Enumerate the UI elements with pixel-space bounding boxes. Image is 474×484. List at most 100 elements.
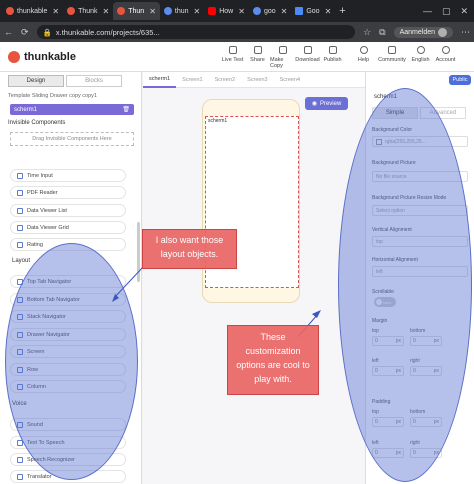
browser-toolbar: ← ⟳ 🔒 x.thunkable.com/projects/635... ☆ … bbox=[0, 22, 474, 42]
toolbar-label: Live Test bbox=[221, 57, 244, 63]
public-button[interactable]: Public bbox=[449, 75, 471, 85]
list-icon bbox=[17, 207, 23, 214]
panel-scrollbar[interactable] bbox=[137, 222, 140, 282]
invisible-components-header[interactable]: Invisible Components bbox=[8, 120, 65, 126]
reload-icon[interactable]: ⟳ bbox=[21, 27, 29, 38]
close-icon[interactable]: ✕ bbox=[52, 7, 59, 16]
thunkable-favicon-icon bbox=[117, 7, 126, 15]
toolbar-label: Help bbox=[357, 57, 370, 63]
tab-blocks[interactable]: Blocks bbox=[66, 75, 122, 87]
toolbar-label: English bbox=[411, 57, 430, 63]
account-button[interactable]: Account bbox=[433, 46, 458, 69]
back-icon[interactable]: ← bbox=[4, 27, 13, 37]
close-icon[interactable]: ✕ bbox=[149, 7, 156, 16]
community-button[interactable]: Community bbox=[376, 46, 408, 69]
phone-icon bbox=[228, 46, 237, 54]
clock-icon bbox=[17, 172, 23, 179]
callout-right: These customization options are cool to … bbox=[227, 325, 319, 395]
component-data-viewer-list[interactable]: Data Viewer List bbox=[10, 204, 126, 217]
eye-icon: ◉ bbox=[311, 101, 317, 107]
tab-label: thun bbox=[174, 7, 189, 15]
live-test-button[interactable]: Live Test bbox=[220, 46, 245, 69]
layout-section-header[interactable]: Layout bbox=[12, 258, 30, 264]
microphone-icon bbox=[17, 456, 23, 463]
thunkable-favicon-icon bbox=[6, 7, 14, 15]
browser-tab-3[interactable]: Thun ✕ bbox=[113, 2, 160, 20]
toolbar-label: Account bbox=[435, 57, 456, 63]
toolbar-label: Download bbox=[295, 57, 320, 63]
share-icon bbox=[253, 46, 262, 54]
thunkable-logo-icon bbox=[8, 50, 20, 63]
component-label: Time Input bbox=[27, 172, 53, 179]
preview-button[interactable]: ◉ Preview bbox=[305, 97, 348, 110]
component-label: Rating bbox=[27, 241, 43, 248]
browser-tab-2[interactable]: Thunk ✕ bbox=[63, 2, 113, 20]
address-bar[interactable]: 🔒 x.thunkable.com/projects/635... bbox=[36, 25, 356, 39]
close-window-icon[interactable]: ✕ bbox=[460, 6, 468, 17]
profile-button[interactable]: Aanmelden bbox=[393, 26, 453, 38]
close-icon[interactable]: ✕ bbox=[325, 7, 332, 16]
toolbar-label: Community bbox=[378, 57, 406, 63]
new-tab-icon[interactable]: + bbox=[339, 5, 345, 17]
close-icon[interactable]: ✕ bbox=[194, 7, 201, 16]
component-data-viewer-grid[interactable]: Data Viewer Grid bbox=[10, 221, 126, 234]
publish-button[interactable]: Publish bbox=[320, 46, 345, 69]
app-header: thunkable Live Test Share Make Copy Down… bbox=[0, 42, 474, 72]
component-label: PDF Reader bbox=[27, 189, 58, 196]
profile-label: Aanmelden bbox=[399, 28, 435, 36]
close-icon[interactable]: ✕ bbox=[103, 7, 110, 16]
url-text: x.thunkable.com/projects/635... bbox=[55, 27, 160, 37]
project-name: Template Sliding Drawer copy copy1 bbox=[8, 93, 97, 99]
doc-favicon-icon bbox=[295, 7, 304, 15]
menu-icon[interactable]: ⋯ bbox=[461, 27, 470, 38]
share-button[interactable]: Share bbox=[245, 46, 270, 69]
lock-icon: 🔒 bbox=[42, 27, 52, 37]
tab-label: thunkable bbox=[17, 7, 48, 15]
extensions-icon[interactable]: ⧉ bbox=[379, 27, 385, 38]
invisible-drop-zone[interactable]: Drag Invisible Components Here bbox=[10, 132, 134, 146]
translate-icon bbox=[17, 473, 23, 480]
grid-icon bbox=[17, 224, 23, 231]
copy-icon bbox=[278, 46, 287, 54]
screen-tab-1[interactable]: scherm1 bbox=[143, 72, 177, 88]
download-button[interactable]: Download bbox=[295, 46, 320, 69]
maximize-icon[interactable]: ▢ bbox=[442, 6, 451, 17]
make-copy-button[interactable]: Make Copy bbox=[270, 46, 295, 69]
app-logo: thunkable bbox=[0, 50, 76, 63]
tab-design[interactable]: Design bbox=[8, 75, 64, 87]
close-icon[interactable]: ✕ bbox=[281, 7, 288, 16]
browser-tab-1[interactable]: thunkable ✕ bbox=[2, 2, 63, 20]
help-button[interactable]: Help bbox=[351, 46, 376, 69]
preview-label: Preview bbox=[319, 100, 342, 107]
download-icon bbox=[303, 46, 312, 54]
browser-tab-4[interactable]: thun ✕ bbox=[160, 2, 204, 20]
close-icon[interactable]: ✕ bbox=[238, 7, 245, 16]
component-pdf-reader[interactable]: PDF Reader bbox=[10, 186, 126, 199]
screen-tab-3[interactable]: Screen2 bbox=[209, 72, 242, 88]
tab-label: Thun bbox=[128, 7, 145, 15]
toolbar-label: Publish bbox=[323, 57, 342, 63]
star-icon[interactable]: ☆ bbox=[363, 27, 371, 38]
component-label: Data Viewer List bbox=[27, 207, 67, 214]
browser-tab-5[interactable]: How ✕ bbox=[204, 2, 249, 20]
language-button[interactable]: English bbox=[408, 46, 433, 69]
screen-row-selected[interactable]: scherm1 🗑 bbox=[10, 104, 134, 115]
tab-label: Goo bbox=[306, 7, 320, 15]
component-time-input[interactable]: Time Input bbox=[10, 169, 126, 182]
screen-tab-2[interactable]: Screen1 bbox=[176, 72, 209, 88]
community-icon bbox=[388, 46, 396, 54]
trash-icon[interactable]: 🗑 bbox=[122, 106, 130, 113]
component-label: Translator bbox=[27, 473, 52, 480]
screen-tab-4[interactable]: Screen3 bbox=[241, 72, 274, 88]
browser-tab-6[interactable]: goo ✕ bbox=[249, 2, 291, 20]
screen-tab-5[interactable]: Screen4 bbox=[274, 72, 307, 88]
screen-tabs: scherm1 Screen1 Screen2 Screen3 Screen4 bbox=[143, 72, 365, 88]
star-icon bbox=[17, 241, 23, 248]
tab-label: How bbox=[219, 7, 234, 15]
browser-tab-7[interactable]: Goo ✕ bbox=[291, 2, 335, 20]
app-name: thunkable bbox=[24, 50, 76, 63]
minimize-icon[interactable]: — bbox=[423, 6, 432, 17]
pdf-icon bbox=[17, 189, 23, 196]
youtube-favicon-icon bbox=[208, 7, 217, 15]
app-toolbar: Live Test Share Make Copy Download Publi… bbox=[220, 46, 458, 69]
